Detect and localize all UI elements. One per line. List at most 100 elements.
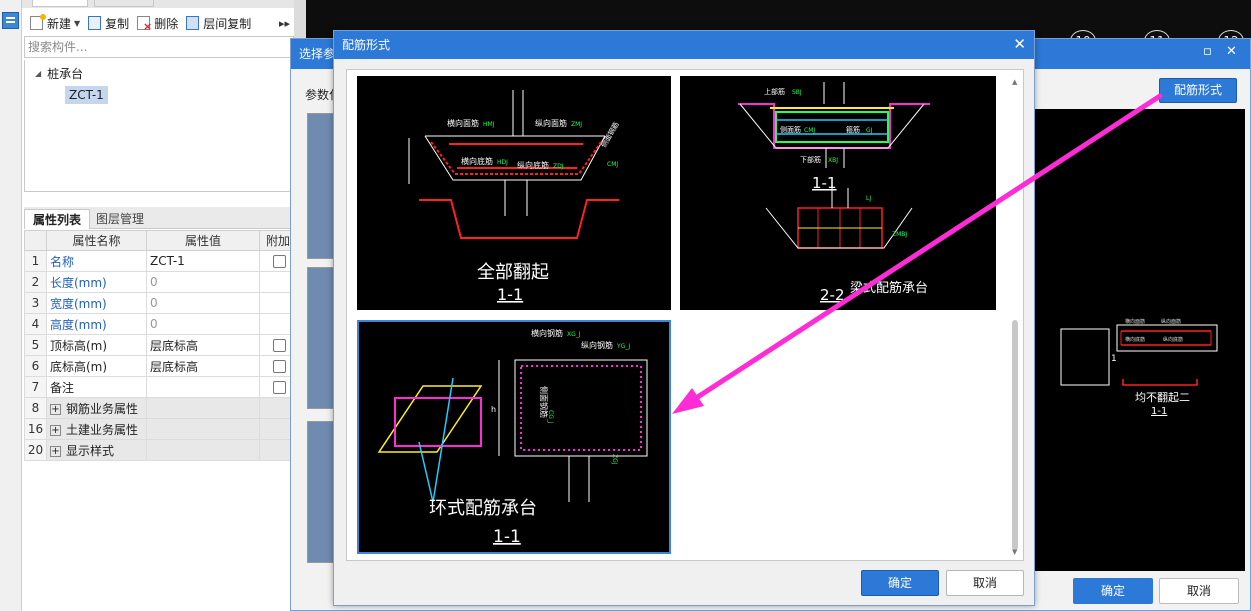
card-caption: 梁式配筋承台 (850, 280, 928, 296)
label-vertical-code: YG_J (616, 343, 630, 350)
label-horizontal-bar: 横向钢筋 (531, 328, 563, 338)
table-row[interactable]: 7 备注 (24, 376, 297, 398)
property-value[interactable]: 0 (146, 271, 260, 293)
table-row[interactable]: 3 宽度(mm) 0 (24, 292, 297, 314)
tab-property-list[interactable]: 属性列表 (24, 209, 91, 229)
layer-copy-button[interactable]: 层间复制 (186, 15, 251, 32)
option-card-ring-selected[interactable]: 横向钢筋 XG_J 纵向钢筋 YG_J 侧面钢筋 CG_J h ZGJ 环式配筋… (357, 320, 671, 554)
table-row[interactable]: 5 顶标高(m) 层底标高 (24, 334, 297, 356)
new-file-icon (30, 14, 46, 30)
front-dialog-title: 配筋形式 (334, 31, 1034, 59)
copy-button[interactable]: 复制 (88, 15, 129, 32)
label-hdj-code: HDJ (497, 159, 508, 166)
label-lj-code: LJ (866, 195, 871, 202)
left-tool-strip (0, 0, 22, 611)
tree-item-selected[interactable]: ZCT-1 (65, 86, 108, 104)
option-card-all-bent[interactable]: 横向面筋 HMJ 纵向面筋 ZMJ 横向底筋 HDJ 纵向底筋 ZDJ CMJ … (357, 76, 671, 310)
tab-layer-management[interactable]: 图层管理 (88, 209, 152, 229)
preview-label: 纵向面筋 (1161, 318, 1181, 325)
shape-thumbnail[interactable] (307, 421, 335, 563)
collapse-arrow-icon[interactable]: ◢ (35, 69, 41, 78)
property-name: 备注 (46, 376, 147, 398)
table-row[interactable]: 4 高度(mm) 0 (24, 313, 297, 335)
card-caption: 全部翻起 (477, 262, 549, 283)
row-number: 4 (24, 313, 47, 335)
table-row[interactable]: 1 名称 ZCT-1 (24, 250, 297, 272)
shape-thumbnail[interactable] (307, 267, 335, 409)
shape-thumbnail[interactable] (307, 113, 335, 259)
table-row[interactable]: 2 长度(mm) 0 (24, 271, 297, 293)
chevron-double-right-icon[interactable]: ▸▸ (279, 17, 290, 30)
label-cmj: CMJ (607, 161, 618, 168)
extra-checkbox[interactable] (273, 360, 286, 373)
back-ok-button[interactable]: 确定 (1073, 578, 1153, 604)
component-search-input[interactable]: 搜索构件... (24, 36, 294, 58)
table-row[interactable]: 6 底标高(m) 层底标高 (24, 355, 297, 377)
column-header-value: 属性值 (146, 230, 260, 251)
expand-plus-icon[interactable]: + (50, 445, 61, 457)
list-view-icon[interactable] (2, 12, 19, 29)
property-group-label: 钢筋业务属性 (66, 401, 139, 416)
property-value[interactable]: 层底标高 (146, 355, 260, 377)
copy-icon (88, 16, 102, 30)
new-button[interactable]: 新建 ▼ (30, 14, 80, 32)
back-cancel-button[interactable]: 取消 (1159, 578, 1239, 604)
property-tabs: 属性列表 图层管理 (24, 207, 294, 229)
extra-checkbox[interactable] (273, 255, 286, 268)
label-hmj-code: HMJ (483, 121, 495, 128)
property-value (146, 418, 260, 440)
expand-plus-icon[interactable]: + (50, 403, 61, 415)
tab-layer-management-top[interactable] (94, 0, 154, 7)
card-section: 1-1 (493, 527, 521, 547)
shape-preview: 横向面筋 纵向面筋 横向底筋 纵向底筋 1 均不翻起二 1-1 (1031, 109, 1245, 571)
close-icon[interactable]: ✕ (1013, 35, 1026, 53)
property-value[interactable]: ZCT-1 (146, 250, 260, 272)
table-row[interactable]: 8 + 钢筋业务属性 (24, 397, 297, 419)
row-number: 20 (24, 439, 47, 461)
gallery-scrollbar[interactable]: ▲ ▼ (1011, 78, 1019, 556)
maximize-icon[interactable]: ▫ (1203, 44, 1212, 59)
delete-button[interactable]: 删除 (137, 15, 178, 33)
tab-component-list[interactable] (32, 0, 88, 7)
table-row[interactable]: 16 + 土建业务属性 (24, 418, 297, 440)
property-name: 名称 (46, 250, 147, 272)
property-value (146, 397, 260, 419)
component-panel: 新建 ▼ 复制 删除 层间复制 ▸▸ 搜索构件... ◢ 桩承台 ZCT-1 属… (22, 0, 297, 611)
extra-checkbox[interactable] (273, 339, 286, 352)
property-value[interactable] (146, 376, 260, 398)
scroll-thumb[interactable] (1012, 320, 1018, 550)
property-value (146, 439, 260, 461)
property-name: 长度(mm) (46, 271, 147, 293)
property-value[interactable]: 0 (146, 292, 260, 314)
scroll-down-icon[interactable]: ▼ (1012, 548, 1017, 556)
row-number: 16 (24, 418, 47, 440)
property-table: 属性名称 属性值 附加 1 名称 ZCT-1 2 长度(mm) 0 3 宽度(m… (24, 230, 297, 461)
property-value[interactable]: 层底标高 (146, 334, 260, 356)
property-name: 宽度(mm) (46, 292, 147, 314)
extra-checkbox[interactable] (273, 381, 286, 394)
row-number: 3 (24, 292, 47, 314)
property-value[interactable]: 0 (146, 313, 260, 335)
delete-icon (137, 16, 152, 33)
reinforcement-form-button[interactable]: 配筋形式 (1159, 78, 1237, 103)
property-group: + 显示样式 (46, 439, 147, 461)
column-header-name: 属性名称 (46, 230, 147, 251)
expand-plus-icon[interactable]: + (50, 424, 61, 436)
front-ok-button[interactable]: 确定 (861, 570, 939, 596)
front-cancel-button[interactable]: 取消 (946, 570, 1024, 596)
card-caption: 环式配筋承台 (429, 498, 537, 519)
tree-category-label: 桩承台 (47, 67, 84, 81)
property-group: + 土建业务属性 (46, 418, 147, 440)
label-bottom-code: ZGJ (611, 454, 618, 465)
scroll-up-icon[interactable]: ▲ (1012, 78, 1017, 86)
copy-button-label: 复制 (105, 16, 130, 31)
option-card-beam[interactable]: 上部筋 SBJ 侧面筋 CMJ 箍筋 GJ 下部筋 XBJ LJ ZMBJ 1-… (680, 76, 996, 310)
preview-label: 横向面筋 (1125, 318, 1145, 325)
label-side-bar: 侧面钢筋 (599, 120, 621, 149)
reinforcement-gallery: 横向面筋 HMJ 纵向面筋 ZMJ 横向底筋 HDJ 纵向底筋 ZDJ CMJ … (346, 69, 1024, 561)
tree-category-node[interactable]: ◢ 桩承台 (35, 65, 83, 82)
table-row[interactable]: 20 + 显示样式 (24, 439, 297, 461)
chevron-down-icon[interactable]: ▼ (74, 19, 80, 28)
close-icon[interactable]: ✕ (1226, 44, 1237, 59)
layer-copy-icon (186, 16, 200, 30)
